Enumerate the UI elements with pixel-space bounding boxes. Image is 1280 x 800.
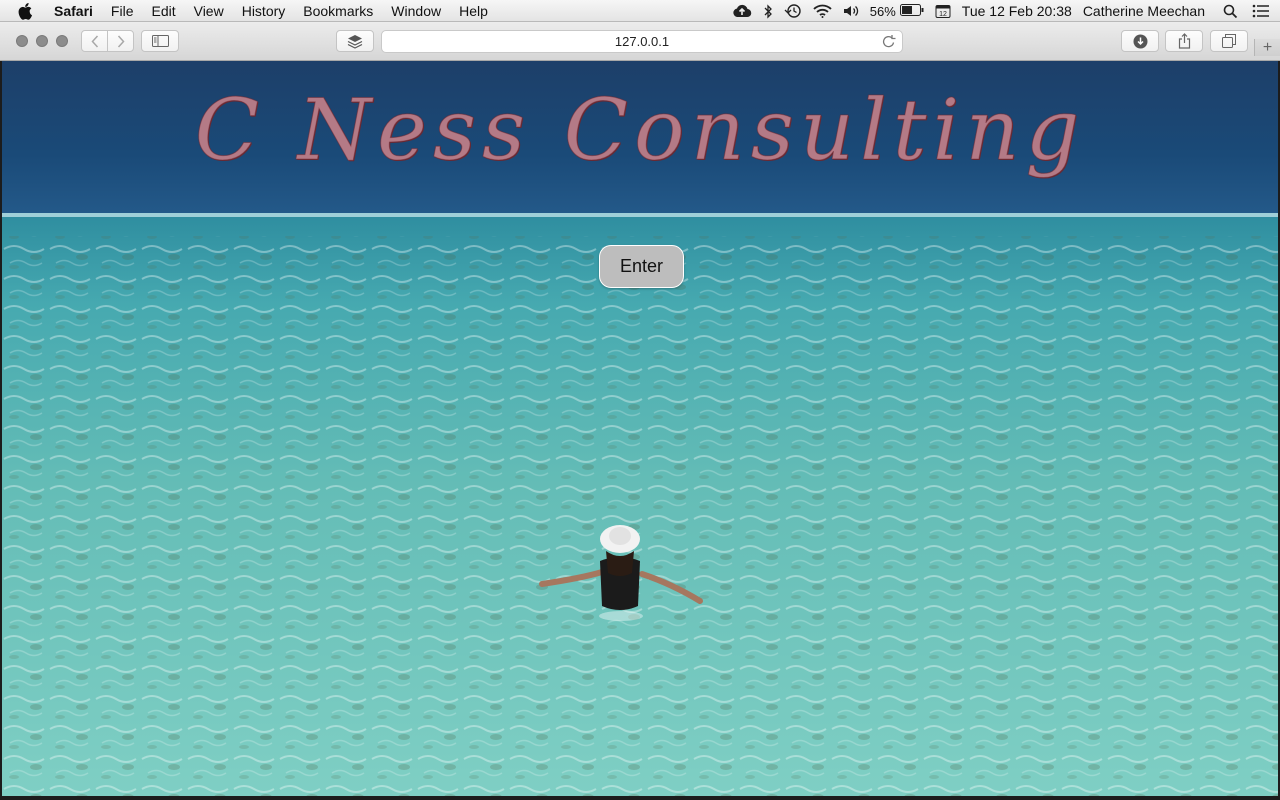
notification-center-icon[interactable]: [1252, 0, 1270, 22]
wifi-icon[interactable]: [813, 0, 832, 22]
minimize-window-button[interactable]: [36, 35, 48, 47]
back-button[interactable]: [81, 30, 108, 52]
back-icon: [90, 34, 99, 48]
menu-view[interactable]: View: [194, 0, 224, 22]
menu-app-safari[interactable]: Safari: [54, 0, 93, 22]
clock-datetime[interactable]: Tue 12 Feb 20:38: [962, 0, 1072, 22]
close-window-button[interactable]: [16, 35, 28, 47]
bluetooth-icon[interactable]: [763, 0, 773, 22]
calendar-icon[interactable]: 12: [935, 0, 951, 22]
downloads-button[interactable]: [1121, 30, 1159, 52]
download-icon: [1133, 34, 1148, 49]
sidebar-icon: [151, 35, 169, 47]
share-button[interactable]: [1165, 30, 1203, 52]
apple-icon[interactable]: [18, 0, 38, 22]
layers-button[interactable]: [336, 30, 374, 52]
browser-toolbar: 127.0.0.1 +: [0, 22, 1280, 61]
menu-bookmarks[interactable]: Bookmarks: [303, 0, 373, 22]
url-text: 127.0.0.1: [614, 34, 670, 49]
menu-history[interactable]: History: [242, 0, 286, 22]
new-tab-button[interactable]: +: [1254, 39, 1280, 56]
tabs-overview-icon: [1222, 34, 1236, 48]
time-machine-icon[interactable]: [784, 0, 802, 22]
battery-icon: [899, 3, 924, 19]
webpage-viewport: C Ness Consulting Enter: [2, 61, 1278, 796]
menu-edit[interactable]: Edit: [151, 0, 175, 22]
svg-text:12: 12: [939, 11, 947, 18]
site-title: C Ness Consulting: [194, 81, 1086, 180]
volume-icon[interactable]: [843, 0, 859, 22]
menu-file[interactable]: File: [111, 0, 134, 22]
forward-button[interactable]: [107, 30, 134, 52]
address-bar[interactable]: 127.0.0.1: [381, 30, 903, 53]
battery-indicator[interactable]: 56%: [870, 3, 924, 19]
menu-help[interactable]: Help: [459, 0, 488, 22]
battery-percent: 56%: [869, 3, 896, 19]
forward-icon: [117, 34, 125, 48]
user-name[interactable]: Catherine Meechan: [1083, 0, 1205, 22]
enter-button[interactable]: Enter: [599, 245, 684, 288]
sidebar-button[interactable]: [141, 30, 179, 52]
reload-icon[interactable]: [882, 34, 896, 54]
tabs-overview-button[interactable]: [1210, 30, 1248, 52]
zoom-window-button[interactable]: [56, 35, 68, 47]
menu-window[interactable]: Window: [391, 0, 441, 22]
menu-bar: Safari File Edit View History Bookmarks …: [0, 0, 1280, 22]
layers-icon: [347, 34, 363, 49]
cloud-upload-icon[interactable]: [732, 0, 752, 22]
spotlight-search-icon[interactable]: [1223, 0, 1238, 22]
share-icon: [1178, 33, 1191, 49]
